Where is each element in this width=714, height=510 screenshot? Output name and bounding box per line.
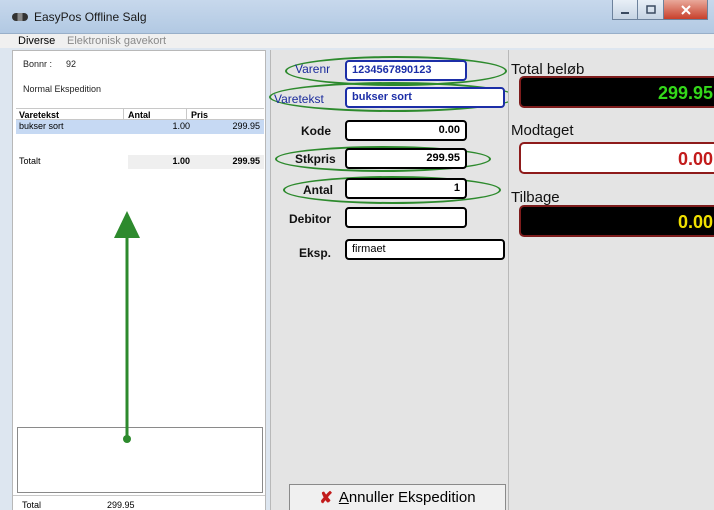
item-form-panel: Varenr 1234567890123 Varetekst bukser so…	[269, 50, 517, 510]
total-amount-display: 299.95	[519, 76, 714, 108]
kode-label: Kode	[301, 124, 331, 138]
window-title: EasyPos Offline Salg	[34, 10, 147, 24]
title-bar: EasyPos Offline Salg	[0, 0, 714, 34]
expedition-type: Normal Ekspedition	[23, 84, 102, 94]
bon-label: Bonnr :	[23, 59, 53, 69]
cancel-button-label-underlined: A	[338, 489, 349, 506]
app-icon	[12, 13, 28, 21]
maximize-icon	[645, 4, 656, 14]
minimize-icon	[621, 11, 629, 14]
items-grid: Varetekst Antal Pris bukser sort 1.00 29…	[16, 108, 264, 134]
grid-header: Varetekst Antal Pris	[16, 108, 264, 120]
close-button[interactable]	[664, 0, 708, 20]
row-varetekst: bukser sort	[19, 121, 64, 131]
bon-info: Bonnr : 92	[23, 59, 76, 69]
received-input[interactable]: 0.00	[519, 142, 714, 174]
varetekst-input[interactable]: bukser sort	[345, 87, 505, 108]
close-icon	[680, 4, 691, 15]
kode-input[interactable]: 0.00	[345, 120, 467, 141]
cancel-button-label: nnuller Ekspedition	[348, 489, 476, 506]
row-antal: 1.00	[172, 121, 190, 131]
change-label: Tilbage	[511, 189, 560, 206]
column-header-varetekst[interactable]: Varetekst	[19, 110, 59, 120]
window-controls	[612, 0, 708, 20]
stkpris-input[interactable]: 299.95	[345, 148, 467, 169]
status-footer: Total 299.95	[13, 495, 265, 510]
summary-panel: Total beløb 299.95 Modtaget 0.00 Tilbage…	[508, 50, 714, 510]
column-header-antal[interactable]: Antal	[128, 110, 151, 120]
row-pris: 299.95	[232, 121, 260, 131]
antal-label: Antal	[303, 183, 333, 197]
menu-item-diverse[interactable]: Diverse	[18, 35, 55, 47]
maximize-button[interactable]	[638, 0, 664, 20]
totals-antal: 1.00	[172, 156, 190, 166]
stkpris-label: Stkpris	[295, 152, 336, 166]
annotation-arrow	[114, 211, 140, 443]
cancel-expedition-button[interactable]: ✘ Annuller Ekspedition	[289, 484, 506, 510]
totals-pris: 299.95	[232, 156, 260, 166]
varetekst-label: Varetekst	[274, 92, 324, 106]
footer-total-label: Total	[22, 500, 42, 510]
debitor-input[interactable]	[345, 207, 467, 228]
varenr-input[interactable]: 1234567890123	[345, 60, 467, 81]
varenr-label: Varenr	[295, 62, 331, 76]
minimize-button[interactable]	[612, 0, 638, 20]
received-label: Modtaget	[511, 122, 574, 139]
change-display: 0.00	[519, 205, 714, 237]
bon-number: 92	[66, 59, 77, 69]
table-row[interactable]: bukser sort 1.00 299.95	[16, 120, 264, 134]
totals-label: Totalt	[19, 156, 41, 166]
debitor-label: Debitor	[289, 212, 331, 226]
cancel-x-icon: ✘	[319, 489, 333, 507]
column-header-pris[interactable]: Pris	[191, 110, 208, 120]
menu-bar: Diverse Elektronisk gavekort	[0, 34, 714, 48]
eksp-label: Eksp.	[299, 246, 332, 260]
eksp-input[interactable]: firmaet	[345, 239, 505, 260]
footer-total-value: 299.95	[107, 500, 135, 510]
menu-item-gavekort[interactable]: Elektronisk gavekort	[67, 35, 166, 47]
totals-row: Totalt 1.00 299.95	[16, 155, 264, 169]
antal-input[interactable]: 1	[345, 178, 467, 199]
